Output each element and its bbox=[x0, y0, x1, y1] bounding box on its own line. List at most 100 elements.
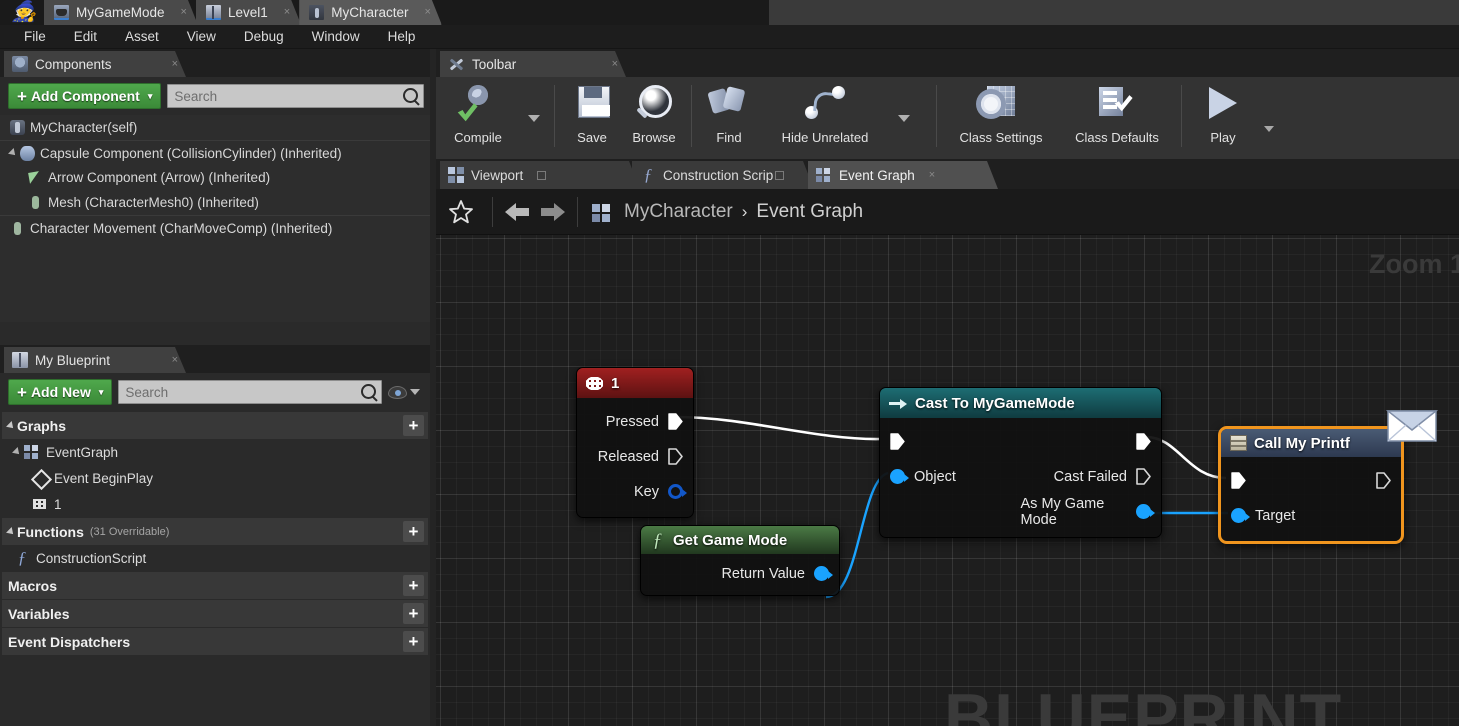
favorite-star-icon[interactable] bbox=[448, 199, 474, 225]
node-pin-cast-failed[interactable]: Cast Failed bbox=[1021, 459, 1162, 494]
tab-construction-script[interactable]: ƒ Construction Scrip bbox=[632, 161, 814, 189]
close-icon[interactable]: × bbox=[181, 7, 187, 18]
visibility-options-button[interactable] bbox=[388, 385, 424, 399]
node-exec-row[interactable] bbox=[1221, 463, 1401, 498]
node-key-event-1[interactable]: 1 Pressed Released Key bbox=[576, 367, 694, 518]
tab-viewport[interactable]: Viewport bbox=[440, 161, 640, 189]
node-pin-exec-out[interactable] bbox=[1021, 424, 1162, 459]
play-options-caret-icon[interactable] bbox=[1264, 126, 1274, 132]
node-pin-exec-in[interactable] bbox=[880, 424, 1021, 459]
toolbar-save-button[interactable]: Save bbox=[561, 77, 623, 159]
node-pin-pressed[interactable]: Pressed bbox=[577, 404, 693, 439]
menu-edit[interactable]: Edit bbox=[60, 25, 111, 49]
close-icon[interactable]: × bbox=[154, 354, 178, 366]
component-row-charactermovement[interactable]: Character Movement (CharMoveComp) (Inher… bbox=[0, 215, 430, 240]
data-pin-target-icon[interactable] bbox=[1231, 508, 1250, 523]
graph-item-eventgraph[interactable]: EventGraph bbox=[0, 439, 430, 465]
node-cast-to-mygamemode[interactable]: Cast To MyGameMode Object Cast Failed As… bbox=[879, 387, 1162, 538]
breadcrumb-root[interactable]: MyCharacter bbox=[624, 201, 733, 223]
menu-bar: File Edit Asset View Debug Window Help bbox=[0, 25, 1459, 49]
expander-triangle-icon[interactable] bbox=[8, 148, 18, 158]
compile-options-caret-icon[interactable] bbox=[528, 114, 540, 122]
add-graph-button[interactable]: + bbox=[403, 415, 424, 436]
component-row-mesh[interactable]: Mesh (CharacterMesh0) (Inherited) bbox=[0, 190, 430, 215]
forward-arrow-icon[interactable] bbox=[535, 198, 569, 226]
function-item-constructionscript[interactable]: ƒ ConstructionScript bbox=[0, 545, 430, 571]
close-icon[interactable]: × bbox=[424, 7, 430, 18]
exec-pin-filled-icon[interactable] bbox=[1231, 472, 1246, 489]
menu-file[interactable]: File bbox=[10, 25, 60, 49]
myblueprint-search-input[interactable]: Search bbox=[118, 380, 382, 404]
node-get-game-mode[interactable]: ƒ Get Game Mode Return Value bbox=[640, 525, 840, 596]
tab-components[interactable]: Components × bbox=[4, 51, 186, 77]
data-pin-key-icon[interactable] bbox=[668, 484, 687, 499]
close-icon[interactable]: × bbox=[154, 58, 178, 70]
section-graphs[interactable]: Graphs + bbox=[2, 412, 428, 439]
close-icon[interactable]: × bbox=[592, 58, 618, 70]
toolbar-hide-unrelated-button[interactable]: Hide Unrelated bbox=[760, 77, 890, 159]
close-icon[interactable]: × bbox=[929, 169, 935, 181]
exec-pin-hollow-icon[interactable] bbox=[1136, 468, 1151, 485]
add-component-button[interactable]: + Add Component ▾ bbox=[8, 83, 162, 109]
toolbar-find-button[interactable]: Find bbox=[698, 77, 760, 159]
expander-triangle-icon[interactable] bbox=[6, 420, 16, 431]
document-tab-level1[interactable]: Level1 × bbox=[196, 0, 301, 25]
tab-toolbar[interactable]: Toolbar × bbox=[440, 51, 626, 77]
data-pin-return-value-icon[interactable] bbox=[814, 566, 833, 581]
exec-pin-filled-icon[interactable] bbox=[668, 413, 683, 430]
add-macro-button[interactable]: + bbox=[403, 575, 424, 596]
node-pin-key[interactable]: Key bbox=[577, 474, 693, 509]
component-label: Arrow Component (Arrow) (Inherited) bbox=[48, 170, 271, 185]
node-pin-return-value[interactable]: Return Value bbox=[641, 556, 839, 591]
component-row-arrow[interactable]: Arrow Component (Arrow) (Inherited) bbox=[0, 165, 430, 190]
tab-event-graph[interactable]: Event Graph × bbox=[808, 161, 998, 189]
exec-pin-filled-icon[interactable] bbox=[890, 433, 905, 450]
add-event-dispatcher-button[interactable]: + bbox=[403, 631, 424, 652]
tab-myblueprint[interactable]: My Blueprint × bbox=[4, 347, 186, 373]
expander-triangle-icon[interactable] bbox=[12, 447, 22, 457]
add-function-button[interactable]: + bbox=[403, 521, 424, 542]
toolbar-play-button[interactable]: Play bbox=[1188, 77, 1258, 159]
add-new-button[interactable]: + Add New ▾ bbox=[8, 379, 113, 405]
component-row-capsule[interactable]: Capsule Component (CollisionCylinder) (I… bbox=[0, 140, 430, 165]
menu-help[interactable]: Help bbox=[374, 25, 430, 49]
node-pin-as-my-game-mode[interactable]: As My Game Mode bbox=[1021, 494, 1162, 529]
close-icon[interactable]: × bbox=[284, 7, 290, 18]
toolbar-class-settings-button[interactable]: Class Settings bbox=[943, 77, 1059, 159]
section-variables[interactable]: Variables + bbox=[2, 600, 428, 627]
close-icon[interactable] bbox=[537, 171, 546, 180]
component-row-self[interactable]: MyCharacter(self) bbox=[0, 115, 430, 140]
keyboard-key-icon bbox=[32, 496, 48, 512]
document-tab-mygamemode[interactable]: MyGameMode × bbox=[44, 0, 198, 25]
close-icon[interactable] bbox=[775, 171, 784, 180]
toolbar-compile-button[interactable]: Compile bbox=[436, 77, 520, 159]
exec-pin-hollow-icon[interactable] bbox=[668, 448, 683, 465]
hide-unrelated-options-caret-icon[interactable] bbox=[898, 114, 910, 122]
menu-view[interactable]: View bbox=[173, 25, 230, 49]
data-pin-as-my-game-mode-icon[interactable] bbox=[1136, 504, 1155, 519]
add-variable-button[interactable]: + bbox=[403, 603, 424, 624]
section-functions[interactable]: Functions (31 Overridable) + bbox=[2, 518, 428, 545]
components-search-input[interactable]: Search bbox=[167, 84, 424, 108]
section-event-dispatchers[interactable]: Event Dispatchers + bbox=[2, 628, 428, 655]
node-call-my-printf[interactable]: Call My Printf Target bbox=[1218, 410, 1439, 544]
toolbar-class-defaults-button[interactable]: Class Defaults bbox=[1059, 77, 1175, 159]
blueprint-graph-canvas[interactable]: Zoom 1 BLUEPRINT 1 Pressed Released Key … bbox=[436, 235, 1459, 726]
node-pin-object[interactable]: Object bbox=[880, 459, 1021, 494]
expander-triangle-icon[interactable] bbox=[6, 526, 16, 537]
menu-asset[interactable]: Asset bbox=[111, 25, 173, 49]
exec-pin-filled-icon[interactable] bbox=[1136, 433, 1151, 450]
toolbar-browse-button[interactable]: Browse bbox=[623, 77, 685, 159]
back-arrow-icon[interactable] bbox=[501, 198, 535, 226]
section-macros[interactable]: Macros + bbox=[2, 572, 428, 599]
menu-window[interactable]: Window bbox=[298, 25, 374, 49]
node-pin-released[interactable]: Released bbox=[577, 439, 693, 474]
document-tab-mycharacter[interactable]: MyCharacter × bbox=[299, 0, 442, 25]
menu-debug[interactable]: Debug bbox=[230, 25, 298, 49]
exec-pin-hollow-icon[interactable] bbox=[1376, 472, 1391, 489]
graph-item-key-1[interactable]: 1 bbox=[0, 491, 430, 517]
node-pin-target[interactable]: Target bbox=[1221, 498, 1401, 533]
graph-item-event-beginplay[interactable]: Event BeginPlay bbox=[0, 465, 430, 491]
data-pin-object-icon[interactable] bbox=[890, 469, 909, 484]
node-header: Call My Printf bbox=[1221, 429, 1401, 457]
